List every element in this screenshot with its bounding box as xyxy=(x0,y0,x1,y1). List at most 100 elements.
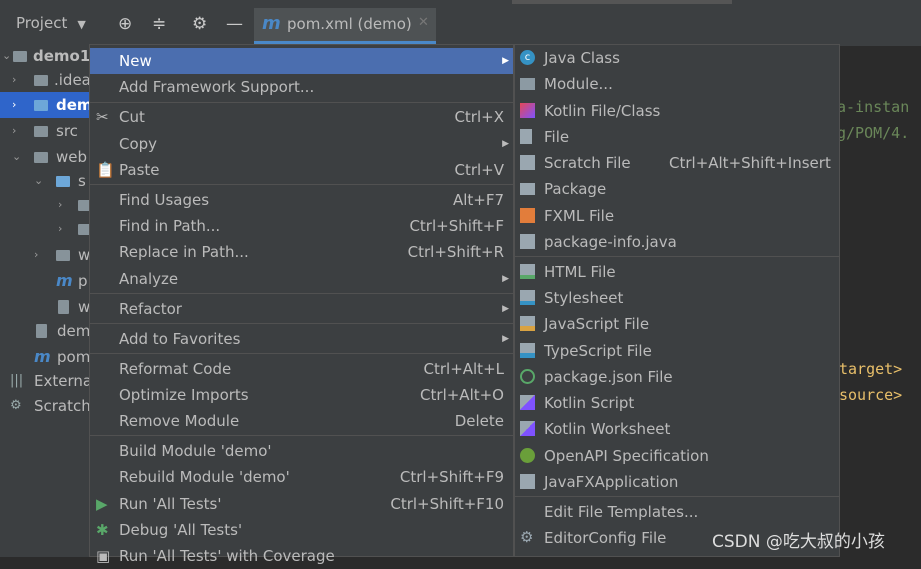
project-view-selector[interactable]: Project ▼ xyxy=(16,14,86,32)
menu-item-remove-module[interactable]: Remove Module Delete xyxy=(90,408,513,434)
menu-item-label: Add Framework Support... xyxy=(119,78,315,96)
locate-icon[interactable]: ⊕ xyxy=(118,14,132,34)
menu-item-paste[interactable]: 📋 Paste Ctrl+V xyxy=(90,157,513,183)
menu-item-refactor[interactable]: Refactor ▶ xyxy=(90,296,513,322)
menu-item-shortcut: Ctrl+Shift+R xyxy=(407,243,504,261)
submenu-item-kotlin-worksheet[interactable]: Kotlin Worksheet xyxy=(515,416,839,442)
submenu-item-html-file[interactable]: HTML File xyxy=(515,259,839,285)
menu-item-shortcut: Ctrl+X xyxy=(454,108,504,126)
collapse-all-icon[interactable]: ≑ xyxy=(152,14,166,34)
submenu-item-module[interactable]: Module... xyxy=(515,71,839,97)
menu-item-optimize-imports[interactable]: Optimize Imports Ctrl+Alt+O xyxy=(90,382,513,408)
submenu-item-kotlin-file[interactable]: Kotlin File/Class xyxy=(515,98,839,124)
menu-item-find-in-path[interactable]: Find in Path... Ctrl+Shift+F xyxy=(90,213,513,239)
libraries-icon: ||| xyxy=(10,373,24,388)
submenu-item-package-json[interactable]: package.json File xyxy=(515,364,839,390)
submenu-item-java-class[interactable]: c Java Class xyxy=(515,45,839,71)
code-line: source> xyxy=(839,386,903,404)
menu-item-shortcut: Delete xyxy=(454,412,504,430)
menu-item-shortcut: Ctrl+Shift+F xyxy=(409,217,504,235)
menu-item-debug-all-tests[interactable]: ✱ Debug 'All Tests' xyxy=(90,517,513,543)
menu-separator xyxy=(90,435,513,436)
tree-row-label: Externa xyxy=(34,372,93,390)
submenu-item-javascript-file[interactable]: JavaScript File xyxy=(515,311,839,337)
maven-icon: m xyxy=(262,13,281,34)
menu-item-find-usages[interactable]: Find Usages Alt+F7 xyxy=(90,187,513,213)
menu-item-reformat-code[interactable]: Reformat Code Ctrl+Alt+L xyxy=(90,356,513,382)
menu-item-new[interactable]: New ▶ xyxy=(90,48,513,74)
java-class-icon: c xyxy=(520,50,535,65)
folder-icon xyxy=(34,126,48,137)
submenu-item-label: Edit File Templates... xyxy=(544,503,699,521)
package-icon xyxy=(520,183,535,195)
menu-item-run-with-coverage[interactable]: ▣ Run 'All Tests' with Coverage xyxy=(90,543,513,569)
tab-pom-xml[interactable]: m pom.xml (demo) ✕ xyxy=(254,8,436,44)
menu-item-label: Optimize Imports xyxy=(119,386,249,404)
menu-item-label: Analyze xyxy=(119,270,179,288)
menu-item-add-to-favorites[interactable]: Add to Favorites ▶ xyxy=(90,326,513,352)
submenu-item-package-info[interactable]: package-info.java xyxy=(515,229,839,255)
menu-separator xyxy=(515,496,839,497)
code-line: a-instan xyxy=(837,98,910,116)
submenu-item-label: JavaScript File xyxy=(544,315,650,333)
hide-icon[interactable]: — xyxy=(226,14,243,34)
menu-item-label: Debug 'All Tests' xyxy=(119,521,243,539)
menu-item-build-module[interactable]: Build Module 'demo' xyxy=(90,438,513,464)
folder-icon xyxy=(13,51,27,62)
menu-item-analyze[interactable]: Analyze ▶ xyxy=(90,266,513,292)
submenu-item-package[interactable]: Package xyxy=(515,176,839,202)
tree-row-selected[interactable]: › demo xyxy=(0,92,103,118)
menu-item-cut[interactable]: ✂ Cut Ctrl+X xyxy=(90,104,513,130)
submenu-item-kotlin-script[interactable]: Kotlin Script xyxy=(515,390,839,416)
menu-item-label: Cut xyxy=(119,108,145,126)
menu-separator xyxy=(90,353,513,354)
menu-item-label: Add to Favorites xyxy=(119,330,241,348)
close-icon[interactable]: ✕ xyxy=(418,15,429,30)
openapi-icon xyxy=(520,448,535,463)
submenu-item-stylesheet[interactable]: Stylesheet xyxy=(515,285,839,311)
code-line: g/POM/4. xyxy=(837,124,910,142)
submenu-item-javafx-application[interactable]: JavaFXApplication xyxy=(515,469,839,495)
chevron-right-icon: › xyxy=(58,222,63,235)
tree-row-label: s xyxy=(78,172,86,190)
chevron-right-icon: › xyxy=(12,73,17,86)
chevron-down-icon: ▼ xyxy=(77,18,86,31)
menu-item-label: Run 'All Tests' with Coverage xyxy=(119,547,335,565)
new-submenu: c Java Class Module... Kotlin File/Class… xyxy=(514,44,840,557)
chevron-right-icon: › xyxy=(12,98,17,111)
web-folder-icon xyxy=(56,250,70,261)
submenu-item-edit-file-templates[interactable]: Edit File Templates... xyxy=(515,499,839,525)
submenu-item-openapi[interactable]: OpenAPI Specification xyxy=(515,443,839,469)
nodejs-icon xyxy=(520,369,535,384)
fxml-icon xyxy=(520,208,535,223)
submenu-item-file[interactable]: File xyxy=(515,124,839,150)
chevron-down-icon: ⌄ xyxy=(2,49,12,62)
menu-item-replace-in-path[interactable]: Replace in Path... Ctrl+Shift+R xyxy=(90,239,513,265)
chevron-down-icon: ⌄ xyxy=(34,174,44,187)
module-folder-icon xyxy=(34,100,48,111)
menu-item-label: Refactor xyxy=(119,300,182,318)
submenu-item-label: package.json File xyxy=(544,368,673,386)
menu-item-add-framework[interactable]: Add Framework Support... xyxy=(90,74,513,100)
menu-item-rebuild-module[interactable]: Rebuild Module 'demo' Ctrl+Shift+F9 xyxy=(90,464,513,490)
submenu-item-scratch-file[interactable]: Scratch File Ctrl+Alt+Shift+Insert xyxy=(515,150,839,176)
tree-row-label: web xyxy=(56,148,88,166)
submenu-item-fxml-file[interactable]: FXML File xyxy=(515,203,839,229)
tree-row-label: src xyxy=(56,122,78,140)
menu-item-copy[interactable]: Copy ▶ xyxy=(90,131,513,157)
menu-separator xyxy=(90,293,513,294)
folder-icon xyxy=(34,152,48,163)
menu-item-label: Copy xyxy=(119,135,158,153)
menu-item-run-all-tests[interactable]: ▶ Run 'All Tests' Ctrl+Shift+F10 xyxy=(90,491,513,517)
coverage-icon: ▣ xyxy=(96,547,111,565)
run-icon: ▶ xyxy=(96,495,108,513)
folder-icon xyxy=(56,176,70,187)
menu-item-shortcut: Ctrl+Shift+F10 xyxy=(390,495,504,513)
toolbar: Project ▼ ⊕ ≑ ⚙ — m pom.xml (demo) ✕ xyxy=(0,0,921,47)
submenu-item-typescript-file[interactable]: TypeScript File xyxy=(515,338,839,364)
gear-icon[interactable]: ⚙ xyxy=(192,14,207,34)
submenu-arrow-icon: ▶ xyxy=(502,334,509,344)
tree-row-label: p xyxy=(78,272,88,290)
menu-item-shortcut: Ctrl+Alt+O xyxy=(420,386,504,404)
chevron-right-icon: › xyxy=(58,198,63,211)
